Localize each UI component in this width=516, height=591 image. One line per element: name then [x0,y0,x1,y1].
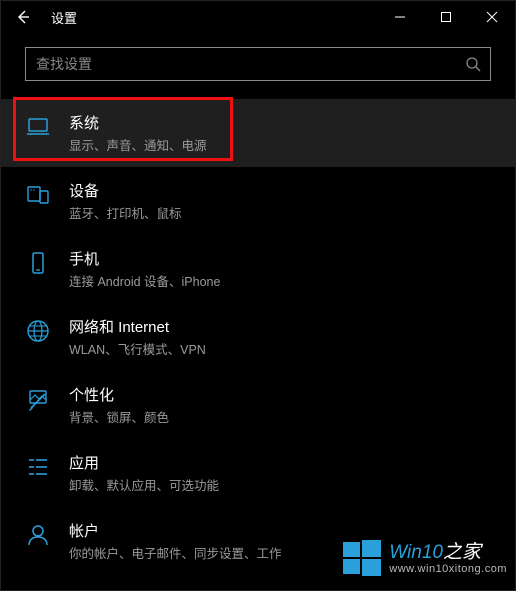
phone-icon [25,250,51,276]
window-controls [377,1,515,33]
category-apps[interactable]: 应用 卸载、默认应用、可选功能 [1,439,515,507]
category-title: 手机 [69,248,220,269]
close-button[interactable] [469,1,515,33]
category-title: 系统 [69,112,207,133]
search-input[interactable] [26,56,456,72]
watermark-brand-suffix: 之家 [443,542,481,563]
back-arrow-icon [15,9,31,25]
watermark: Win10之家 www.win10xitong.com [341,538,507,580]
category-subtitle: 蓝牙、打印机、鼠标 [69,203,182,222]
category-title: 应用 [69,452,219,473]
category-subtitle: 背景、锁屏、颜色 [69,407,169,426]
window-title: 设置 [45,8,77,27]
titlebar: 设置 [1,1,515,33]
category-subtitle: 连接 Android 设备、iPhone [69,271,220,290]
category-subtitle: WLAN、飞行模式、VPN [69,339,206,358]
windows-logo-icon [341,538,383,580]
category-text: 网络和 Internet WLAN、飞行模式、VPN [69,316,206,358]
account-icon [25,522,51,548]
settings-window: 设置 系统 显示、声 [0,0,516,591]
maximize-icon [440,11,452,23]
category-devices[interactable]: 设备 蓝牙、打印机、鼠标 [1,167,515,235]
watermark-brand-prefix: Win10 [389,542,443,563]
category-text: 个性化 背景、锁屏、颜色 [69,384,169,426]
category-subtitle: 你的帐户、电子邮件、同步设置、工作 [69,543,282,562]
search-icon[interactable] [456,56,490,72]
category-text: 设备 蓝牙、打印机、鼠标 [69,180,182,222]
laptop-icon [25,114,51,140]
category-title: 个性化 [69,384,169,405]
category-list: 系统 显示、声音、通知、电源 设备 蓝牙、打印机、鼠标 手机 连接 Androi… [1,89,515,591]
category-title: 网络和 Internet [69,316,206,337]
personalize-icon [25,386,51,412]
category-network[interactable]: 网络和 Internet WLAN、飞行模式、VPN [1,303,515,371]
category-subtitle: 卸载、默认应用、可选功能 [69,475,219,494]
category-phone[interactable]: 手机 连接 Android 设备、iPhone [1,235,515,303]
apps-icon [25,454,51,480]
close-icon [486,11,498,23]
category-text: 帐户 你的帐户、电子邮件、同步设置、工作 [69,520,282,562]
category-title: 设备 [69,180,182,201]
watermark-url: www.win10xitong.com [389,563,507,575]
back-button[interactable] [1,1,45,33]
category-text: 应用 卸载、默认应用、可选功能 [69,452,219,494]
category-personalization[interactable]: 个性化 背景、锁屏、颜色 [1,371,515,439]
search-container [1,33,515,89]
minimize-button[interactable] [377,1,423,33]
category-system[interactable]: 系统 显示、声音、通知、电源 [1,99,515,167]
category-title: 帐户 [69,520,282,541]
magnifier-icon [465,56,481,72]
watermark-text: Win10之家 www.win10xitong.com [389,543,507,576]
category-text: 手机 连接 Android 设备、iPhone [69,248,220,290]
minimize-icon [394,11,406,23]
category-text: 系统 显示、声音、通知、电源 [69,112,207,154]
globe-icon [25,318,51,344]
watermark-brand: Win10之家 [389,543,507,564]
search-box [25,47,491,81]
maximize-button[interactable] [423,1,469,33]
devices-icon [25,182,51,208]
category-subtitle: 显示、声音、通知、电源 [69,135,207,154]
